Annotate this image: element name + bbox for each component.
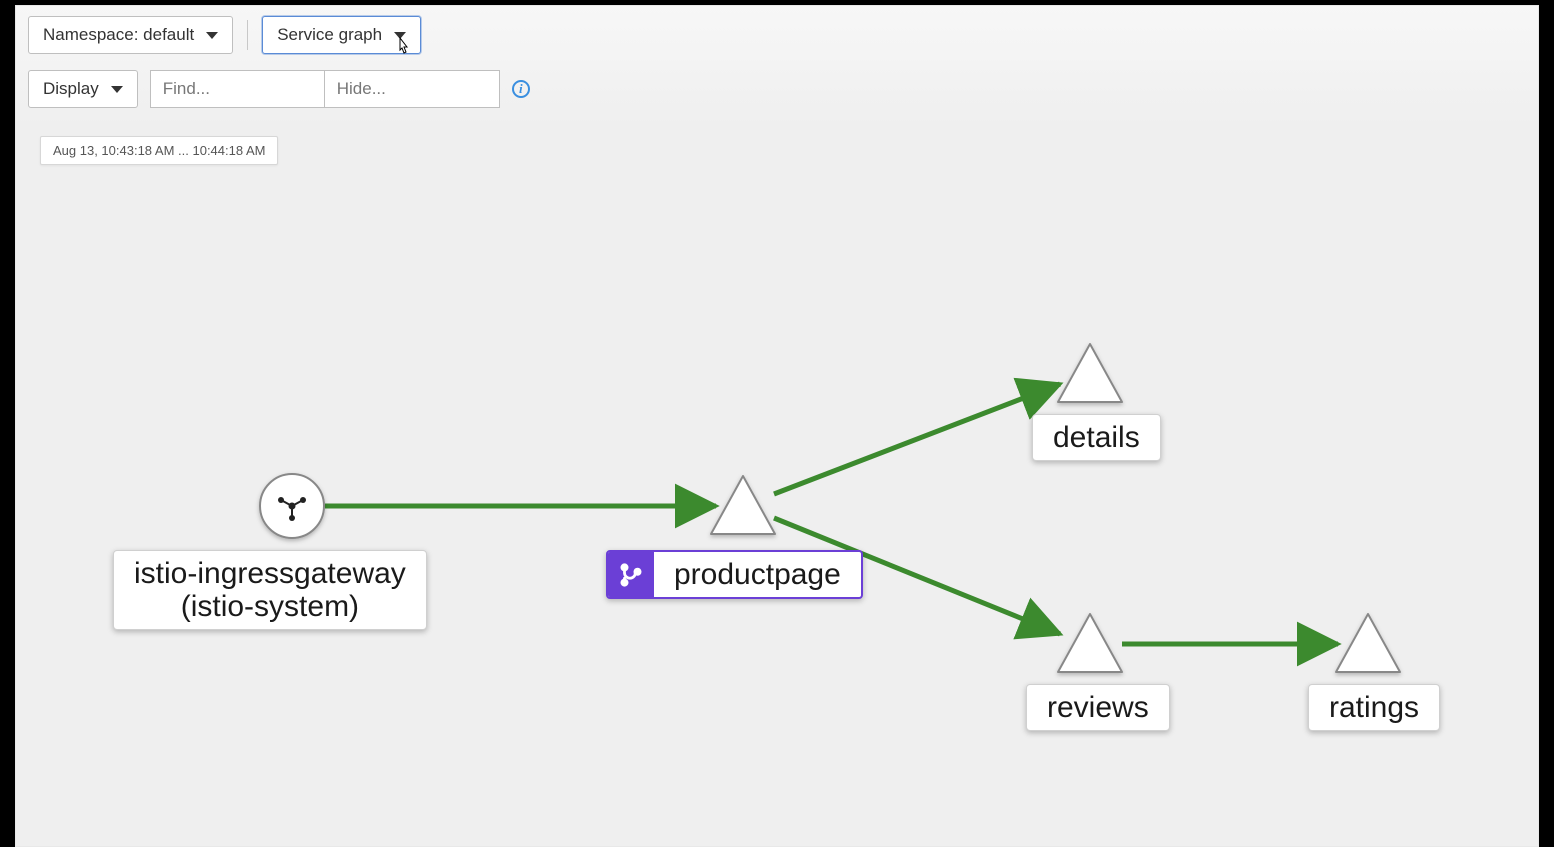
namespace-dropdown[interactable]: Namespace: default [28,16,233,54]
graph-type-dropdown-label: Service graph [277,25,382,45]
node-label-ratings-text: ratings [1329,691,1419,724]
node-label-details[interactable]: details [1032,414,1161,461]
display-dropdown[interactable]: Display [28,70,138,108]
graph-type-dropdown[interactable]: Service graph [262,16,421,54]
node-label-details-text: details [1053,421,1140,454]
find-input[interactable] [150,70,325,108]
node-label-productpage[interactable]: productpage [606,550,863,599]
toolbar-divider [247,20,248,50]
node-label-ingress-line1: istio-ingressgateway [134,557,406,590]
display-dropdown-label: Display [43,79,99,99]
node-details[interactable] [1058,344,1122,402]
chevron-down-icon [206,32,218,39]
toolbar-row-1: Namespace: default Service graph [16,6,1538,54]
info-icon[interactable]: i [512,80,530,98]
node-ratings[interactable] [1336,614,1400,672]
hide-input[interactable] [325,70,500,108]
chevron-down-icon [111,86,123,93]
virtualservice-icon [608,552,654,597]
node-label-reviews[interactable]: reviews [1026,684,1170,731]
node-label-productpage-text: productpage [654,552,861,597]
node-label-ingress[interactable]: istio-ingressgateway (istio-system) [113,550,427,630]
graph-canvas[interactable]: Aug 13, 10:43:18 AM ... 10:44:18 AM [28,126,1538,846]
chevron-down-icon [394,32,406,39]
node-label-reviews-text: reviews [1047,691,1149,724]
graph-edges [325,384,1338,644]
node-ingress[interactable] [260,474,324,538]
toolbar-row-2: Display i [16,54,1538,118]
node-reviews[interactable] [1058,614,1122,672]
graph-svg [28,126,1528,846]
namespace-dropdown-label: Namespace: default [43,25,194,45]
node-label-ingress-line2: (istio-system) [134,590,406,623]
node-label-ratings[interactable]: ratings [1308,684,1440,731]
node-productpage[interactable] [711,476,775,534]
edge-productpage-details[interactable] [774,384,1060,494]
app-frame: Namespace: default Service graph Display… [15,5,1539,847]
